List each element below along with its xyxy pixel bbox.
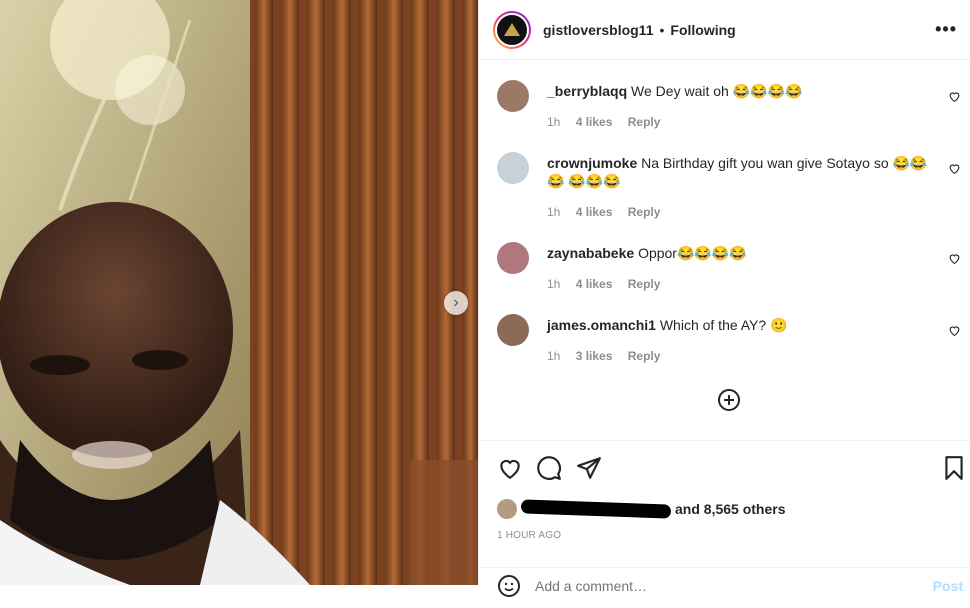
following-button[interactable]: Following — [670, 22, 735, 38]
reply-button[interactable]: Reply — [628, 277, 661, 291]
heart-icon[interactable] — [497, 455, 523, 481]
brand-logo — [504, 23, 520, 36]
heart-icon[interactable] — [948, 252, 961, 265]
post-header: gistloversblog11 • Following ••• — [479, 0, 970, 60]
author-avatar[interactable] — [493, 10, 531, 49]
post-comment-button[interactable]: Post — [933, 578, 963, 594]
commenter-avatar[interactable] — [497, 242, 529, 274]
commenter-avatar[interactable] — [497, 152, 529, 184]
chevron-right-icon: › — [453, 294, 459, 311]
post-timestamp[interactable]: 1 HOUR AGO — [497, 530, 561, 541]
commenter-avatar[interactable] — [497, 80, 529, 112]
heart-icon[interactable] — [948, 90, 961, 103]
comment-likes[interactable]: 4 likes — [576, 115, 613, 129]
add-comment-input[interactable] — [535, 578, 895, 594]
heart-icon[interactable] — [948, 162, 961, 175]
next-media-button[interactable]: › — [444, 291, 468, 315]
comment-icon[interactable] — [536, 455, 562, 481]
header-separator: • — [659, 21, 665, 38]
reply-button[interactable]: Reply — [628, 349, 661, 363]
author-username[interactable]: gistloversblog11 — [543, 22, 653, 38]
comment-username[interactable]: crownjumoke — [547, 155, 637, 171]
more-options-icon[interactable]: ••• — [935, 19, 957, 40]
heart-icon[interactable] — [948, 324, 961, 337]
comment-username[interactable]: _berryblaqq — [547, 83, 627, 99]
comment-time[interactable]: 1h — [547, 205, 560, 219]
likes-summary: and 8,565 others — [497, 499, 786, 519]
paper-plane-icon[interactable] — [576, 455, 602, 481]
comment-text: Oppor😂😂😂😂 — [638, 245, 747, 261]
smiley-icon[interactable] — [497, 574, 521, 598]
comment-username[interactable]: james.omanchi1 — [547, 317, 656, 333]
reply-button[interactable]: Reply — [628, 115, 661, 129]
comment-text: We Dey wait oh 😂😂😂😂 — [631, 83, 803, 99]
post-side-panel: gistloversblog11 • Following ••• _berryb… — [478, 0, 970, 597]
liker-avatar[interactable] — [497, 499, 517, 519]
post-media[interactable]: › — [0, 0, 478, 585]
bookmark-icon[interactable] — [941, 455, 967, 481]
post-actions: and 8,565 others 1 HOUR AGO Post — [479, 440, 970, 597]
comment-time[interactable]: 1h — [547, 115, 560, 129]
comment-likes[interactable]: 4 likes — [576, 277, 613, 291]
comment-time[interactable]: 1h — [547, 277, 560, 291]
reply-button[interactable]: Reply — [628, 205, 661, 219]
post-photo — [0, 0, 478, 585]
comment-text: Which of the AY? 🙂 — [659, 317, 788, 333]
comment-time[interactable]: 1h — [547, 349, 560, 363]
commenter-avatar[interactable] — [497, 314, 529, 346]
comment-likes[interactable]: 3 likes — [576, 349, 613, 363]
comment-likes[interactable]: 4 likes — [576, 205, 613, 219]
likes-count[interactable]: and 8,565 others — [675, 501, 786, 517]
plus-circle-icon[interactable] — [717, 388, 741, 412]
add-comment-bar: Post — [479, 567, 970, 608]
redacted-liker-name — [520, 499, 672, 519]
comment-username[interactable]: zaynababeke — [547, 245, 634, 261]
